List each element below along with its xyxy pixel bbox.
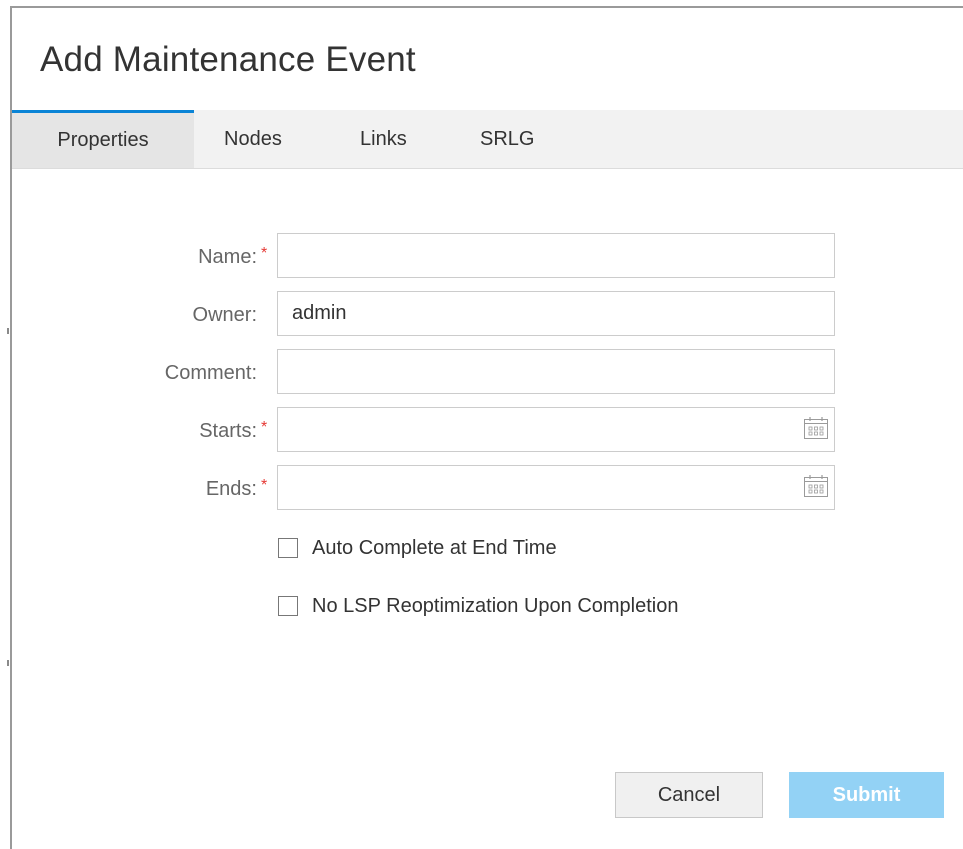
- comment-input[interactable]: [277, 349, 835, 394]
- name-label-text: Name:: [198, 246, 257, 268]
- tab-links[interactable]: Links: [342, 110, 442, 168]
- owner-label: Owner:: [192, 304, 257, 326]
- ends-label: Ends:: [12, 478, 257, 501]
- tab-properties[interactable]: Properties: [12, 110, 194, 168]
- background-tick: [7, 660, 9, 666]
- name-label: Name:: [12, 246, 257, 269]
- tab-bar: Properties Nodes Links SRLG: [12, 110, 963, 169]
- submit-button[interactable]: Submit: [789, 772, 944, 818]
- ends-input[interactable]: [277, 465, 835, 510]
- no-lsp-reoptimization-label: No LSP Reoptimization Upon Completion: [312, 594, 679, 617]
- auto-complete-option[interactable]: Auto Complete at End Time: [278, 535, 557, 561]
- background-tick: [7, 328, 9, 334]
- cancel-button[interactable]: Cancel: [615, 772, 763, 818]
- auto-complete-checkbox[interactable]: [278, 538, 298, 558]
- dialog-title: Add Maintenance Event: [40, 40, 416, 79]
- comment-label: Comment:: [164, 362, 257, 384]
- name-input[interactable]: [277, 233, 835, 278]
- starts-required-mark: *: [261, 419, 268, 436]
- tab-nodes[interactable]: Nodes: [204, 110, 320, 168]
- ends-required-mark: *: [261, 477, 268, 494]
- no-lsp-reoptimization-checkbox[interactable]: [278, 596, 298, 616]
- ends-field: [277, 465, 835, 510]
- starts-field: [277, 407, 835, 452]
- background-edge: [0, 0, 10, 849]
- starts-label-text: Starts:: [199, 420, 257, 442]
- calendar-icon[interactable]: [803, 416, 829, 440]
- add-maintenance-event-dialog: Add Maintenance Event Properties Nodes L…: [10, 6, 963, 849]
- calendar-icon[interactable]: [803, 474, 829, 498]
- name-required-mark: *: [261, 245, 268, 262]
- owner-input[interactable]: [277, 291, 835, 336]
- ends-label-text: Ends:: [205, 478, 257, 500]
- tab-srlg[interactable]: SRLG: [466, 110, 576, 168]
- starts-label: Starts:: [12, 420, 257, 443]
- auto-complete-label: Auto Complete at End Time: [312, 536, 557, 559]
- no-lsp-reoptimization-option[interactable]: No LSP Reoptimization Upon Completion: [278, 593, 679, 619]
- starts-input[interactable]: [277, 407, 835, 452]
